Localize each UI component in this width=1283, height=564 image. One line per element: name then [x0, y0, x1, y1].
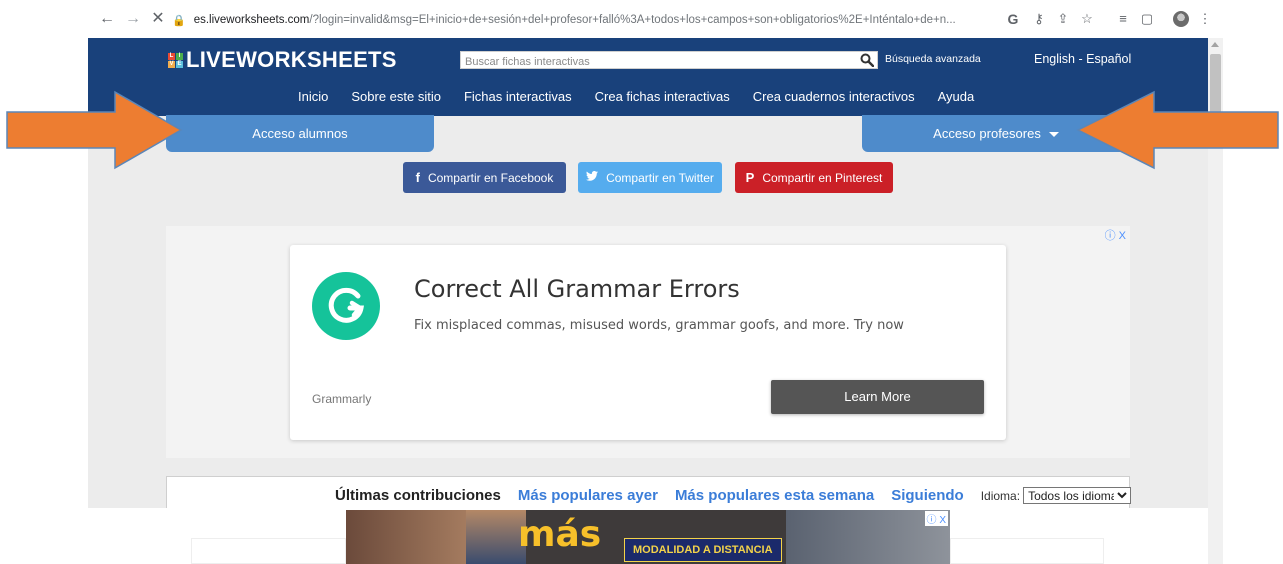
share-twitter-label: Compartir en Twitter: [606, 170, 714, 185]
logo-letter: L: [168, 52, 175, 60]
google-lens-icon[interactable]: G: [1004, 10, 1022, 28]
logo-letter: V: [168, 60, 175, 68]
right-arrow-icon: [6, 90, 183, 170]
share-twitter-button[interactable]: Compartir en Twitter: [578, 162, 722, 193]
tab-latest[interactable]: Últimas contribuciones: [335, 487, 501, 504]
logo-letter: E: [176, 60, 183, 68]
back-arrow-icon[interactable]: ←: [97, 9, 117, 29]
browser-toolbar: ← → ✕ 🔒 es.liveworksheets.com/?login=inv…: [0, 0, 1283, 38]
ad-title: Correct All Grammar Errors: [414, 275, 740, 303]
advanced-search-link[interactable]: Búsqueda avanzada: [885, 53, 981, 65]
address-bar[interactable]: 🔒 es.liveworksheets.com/?login=invalid&m…: [172, 9, 997, 31]
share-pinterest-label: Compartir en Pinterest: [762, 170, 883, 185]
menu-kebab-icon[interactable]: ⋮: [1196, 10, 1214, 28]
language-switch[interactable]: English - Español: [1034, 52, 1131, 66]
nav-item-crea-fichas[interactable]: Crea fichas interactivas: [595, 89, 730, 104]
share-facebook-label: Compartir en Facebook: [427, 170, 554, 185]
search-input[interactable]: [461, 54, 853, 70]
ad-body: Fix misplaced commas, misused words, gra…: [414, 318, 904, 333]
site-logo[interactable]: L I V E LIVEWORKSHEETS: [168, 47, 397, 73]
ad-container: ⓘ X Correct All Grammar Errors Fix mispl…: [166, 226, 1130, 458]
share-icon[interactable]: ⇪: [1054, 10, 1072, 28]
nav-item-crea-cuadernos[interactable]: Crea cuadernos interactivos: [753, 89, 915, 104]
nav-item-inicio[interactable]: Inicio: [298, 89, 328, 104]
forward-arrow-icon[interactable]: →: [123, 9, 143, 29]
url-path: /?login=invalid&msg=El+inicio+de+sesión+…: [309, 14, 956, 26]
ad-headline: más: [518, 514, 602, 555]
url-host: es.liveworksheets.com: [193, 14, 310, 26]
nav-item-ayuda[interactable]: Ayuda: [938, 89, 975, 104]
learn-more-button[interactable]: Learn More: [771, 380, 984, 414]
logo-letter: I: [176, 52, 183, 60]
reading-list-icon[interactable]: ≡: [1114, 10, 1132, 28]
tab-following[interactable]: Siguiendo: [891, 487, 964, 504]
grammarly-ad-card[interactable]: Correct All Grammar Errors Fix misplaced…: [290, 245, 1006, 440]
share-pinterest-button[interactable]: P Compartir en Pinterest: [735, 162, 893, 193]
adchoices-icon[interactable]: ⓘ X: [1105, 227, 1126, 243]
site-header: L I V E LIVEWORKSHEETS Búsqueda avanzada…: [88, 38, 1208, 116]
chevron-down-icon: [1048, 132, 1059, 138]
grammarly-logo-icon: [312, 272, 380, 340]
student-access-tab[interactable]: Acceso alumnos: [166, 115, 434, 152]
contributions-tabs: Últimas contribuciones Más populares aye…: [335, 487, 1132, 504]
language-filter-select[interactable]: Todos los idiomas: [1023, 487, 1132, 504]
stop-loading-icon[interactable]: ✕: [148, 9, 168, 29]
pinterest-icon: P: [745, 170, 755, 185]
nav-item-sobre[interactable]: Sobre este sitio: [351, 89, 441, 104]
logo-text: LIVEWORKSHEETS: [186, 47, 397, 72]
main-nav: Inicio Sobre este sitio Fichas interacti…: [298, 89, 997, 104]
twitter-icon: [586, 171, 599, 184]
ad-image-room: [346, 510, 466, 564]
adchoices-icon[interactable]: ⓘ X: [924, 511, 948, 526]
key-icon[interactable]: ⚷: [1030, 10, 1048, 28]
tab-popular-yesterday[interactable]: Más populares ayer: [518, 487, 658, 504]
ad-badge: MODALIDAD A DISTANCIA: [624, 538, 782, 562]
left-arrow-icon: [1076, 90, 1279, 170]
share-facebook-button[interactable]: f Compartir en Facebook: [403, 162, 566, 193]
ad-image-person: [466, 510, 526, 564]
profile-avatar[interactable]: [1173, 11, 1189, 27]
facebook-icon: f: [415, 170, 420, 185]
bookmark-star-icon[interactable]: ☆: [1078, 10, 1096, 28]
bottom-banner-ad[interactable]: más MODALIDAD A DISTANCIA ⓘ X: [346, 510, 950, 564]
ad-brand: Grammarly: [312, 392, 372, 406]
worksheet-thumbnail[interactable]: [950, 538, 1104, 564]
search-box: [460, 51, 878, 70]
scroll-up-icon[interactable]: [1211, 42, 1219, 47]
nav-item-fichas[interactable]: Fichas interactivas: [464, 89, 572, 104]
side-panel-icon[interactable]: ▢: [1138, 10, 1156, 28]
search-icon[interactable]: [860, 53, 874, 67]
lock-icon: 🔒: [172, 14, 186, 27]
teacher-access-label: Acceso profesores: [933, 126, 1041, 141]
logo-mark-icon: L I V E: [168, 52, 183, 68]
student-access-label: Acceso alumnos: [252, 126, 348, 141]
worksheet-thumbnail[interactable]: [191, 538, 346, 564]
tab-popular-week[interactable]: Más populares esta semana: [675, 487, 874, 504]
language-filter-label: Idioma:: [980, 489, 1021, 503]
